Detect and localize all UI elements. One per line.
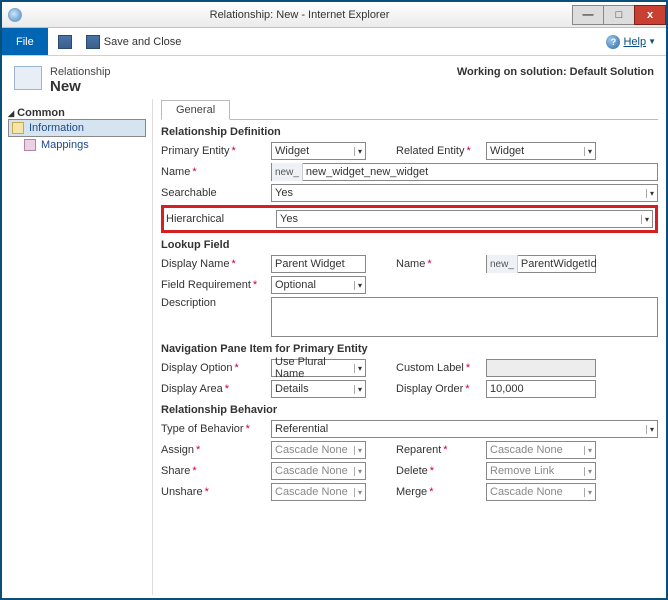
mappings-icon xyxy=(24,139,36,151)
titlebar: Relationship: New - Internet Explorer — … xyxy=(2,2,666,28)
display-area-label: Display Area* xyxy=(161,383,271,395)
section-relationship-definition: Relationship Definition xyxy=(161,126,658,138)
chevron-down-icon: ▾ xyxy=(354,385,362,394)
unshare-select: Cascade None▾ xyxy=(271,483,366,501)
display-option-label: Display Option* xyxy=(161,362,271,374)
display-order-input[interactable]: 10,000 xyxy=(486,380,596,398)
type-of-behavior-label: Type of Behavior* xyxy=(161,423,271,435)
file-menu[interactable]: File xyxy=(2,28,48,55)
caret-icon: ◢ xyxy=(8,109,14,118)
hierarchical-select[interactable]: Yes▾ xyxy=(276,210,653,228)
toolbar: File Save and Close ? Help ▼ xyxy=(2,28,666,56)
record-name: New xyxy=(50,78,111,95)
chevron-down-icon: ▾ xyxy=(354,364,362,373)
save-and-close-icon[interactable] xyxy=(86,35,100,49)
related-entity-select[interactable]: Widget▾ xyxy=(486,142,596,160)
chevron-down-icon: ▾ xyxy=(354,281,362,290)
header: Relationship New Working on solution: De… xyxy=(2,56,666,99)
chevron-down-icon: ▾ xyxy=(584,147,592,156)
reparent-select: Cascade None▾ xyxy=(486,441,596,459)
chevron-down-icon: ▾ xyxy=(354,488,362,497)
side-nav: ◢Common Information Mappings xyxy=(2,99,152,595)
help-icon: ? xyxy=(606,35,620,49)
searchable-label: Searchable xyxy=(161,187,271,199)
share-select: Cascade None▾ xyxy=(271,462,366,480)
display-order-label: Display Order* xyxy=(396,383,486,395)
content-area: General Relationship Definition Primary … xyxy=(152,99,666,595)
window-title: Relationship: New - Internet Explorer xyxy=(26,9,573,21)
name-input[interactable]: new_new_widget_new_widget xyxy=(271,163,658,181)
info-icon xyxy=(12,122,24,134)
custom-label-label: Custom Label* xyxy=(396,362,486,374)
primary-entity-label: Primary Entity* xyxy=(161,145,271,157)
unshare-label: Unshare* xyxy=(161,486,271,498)
display-option-select[interactable]: Use Plural Name▾ xyxy=(271,359,366,377)
nav-item-mappings[interactable]: Mappings xyxy=(8,137,146,153)
maximize-button[interactable]: □ xyxy=(603,5,635,25)
chevron-down-icon: ▾ xyxy=(584,446,592,455)
section-lookup-field: Lookup Field xyxy=(161,239,658,251)
chevron-down-icon: ▾ xyxy=(354,446,362,455)
display-area-select[interactable]: Details▾ xyxy=(271,380,366,398)
nav-item-information[interactable]: Information xyxy=(8,119,146,137)
related-entity-label: Related Entity* xyxy=(396,145,486,157)
field-requirement-label: Field Requirement* xyxy=(161,279,271,291)
section-nav-pane: Navigation Pane Item for Primary Entity xyxy=(161,343,658,355)
solution-context: Working on solution: Default Solution xyxy=(457,66,654,95)
reparent-label: Reparent* xyxy=(396,444,486,456)
field-requirement-select[interactable]: Optional▾ xyxy=(271,276,366,294)
description-input[interactable] xyxy=(271,297,658,337)
delete-select: Remove Link▾ xyxy=(486,462,596,480)
type-of-behavior-select[interactable]: Referential▾ xyxy=(271,420,658,438)
entity-type-label: Relationship xyxy=(50,66,111,78)
nav-group-common[interactable]: ◢Common xyxy=(8,107,146,119)
name-prefix: new_ xyxy=(272,163,303,181)
chevron-down-icon: ▾ xyxy=(584,467,592,476)
share-label: Share* xyxy=(161,465,271,477)
lookup-name-label: Name* xyxy=(396,258,486,270)
chevron-down-icon: ▾ xyxy=(354,467,362,476)
minimize-button[interactable]: — xyxy=(572,5,604,25)
chevron-down-icon: ▼ xyxy=(648,37,656,46)
primary-entity-select[interactable]: Widget▾ xyxy=(271,142,366,160)
close-button[interactable]: x xyxy=(634,5,666,25)
chevron-down-icon: ▾ xyxy=(641,215,649,224)
hierarchical-label: Hierarchical xyxy=(166,213,276,225)
custom-label-input xyxy=(486,359,596,377)
tab-general[interactable]: General xyxy=(161,100,230,120)
ie-icon xyxy=(8,8,22,22)
tabs: General xyxy=(161,99,658,120)
section-behavior: Relationship Behavior xyxy=(161,404,658,416)
relationship-icon xyxy=(14,66,42,90)
searchable-select[interactable]: Yes▾ xyxy=(271,184,658,202)
display-name-input[interactable]: Parent Widget xyxy=(271,255,366,273)
display-name-label: Display Name* xyxy=(161,258,271,270)
save-and-close-button[interactable]: Save and Close xyxy=(104,36,182,48)
merge-label: Merge* xyxy=(396,486,486,498)
chevron-down-icon: ▾ xyxy=(354,147,362,156)
save-icon[interactable] xyxy=(58,35,72,49)
help-menu[interactable]: ? Help ▼ xyxy=(606,35,656,49)
assign-label: Assign* xyxy=(161,444,271,456)
hierarchical-highlight: Hierarchical Yes▾ xyxy=(161,205,658,233)
description-label: Description xyxy=(161,297,271,309)
chevron-down-icon: ▾ xyxy=(646,189,654,198)
chevron-down-icon: ▾ xyxy=(646,425,654,434)
merge-select: Cascade None▾ xyxy=(486,483,596,501)
name-label: Name* xyxy=(161,166,271,178)
assign-select: Cascade None▾ xyxy=(271,441,366,459)
chevron-down-icon: ▾ xyxy=(584,488,592,497)
lookup-name-prefix: new_ xyxy=(487,255,518,273)
delete-label: Delete* xyxy=(396,465,486,477)
help-label: Help xyxy=(623,36,646,48)
lookup-name-input[interactable]: new_ParentWidgetId xyxy=(486,255,596,273)
